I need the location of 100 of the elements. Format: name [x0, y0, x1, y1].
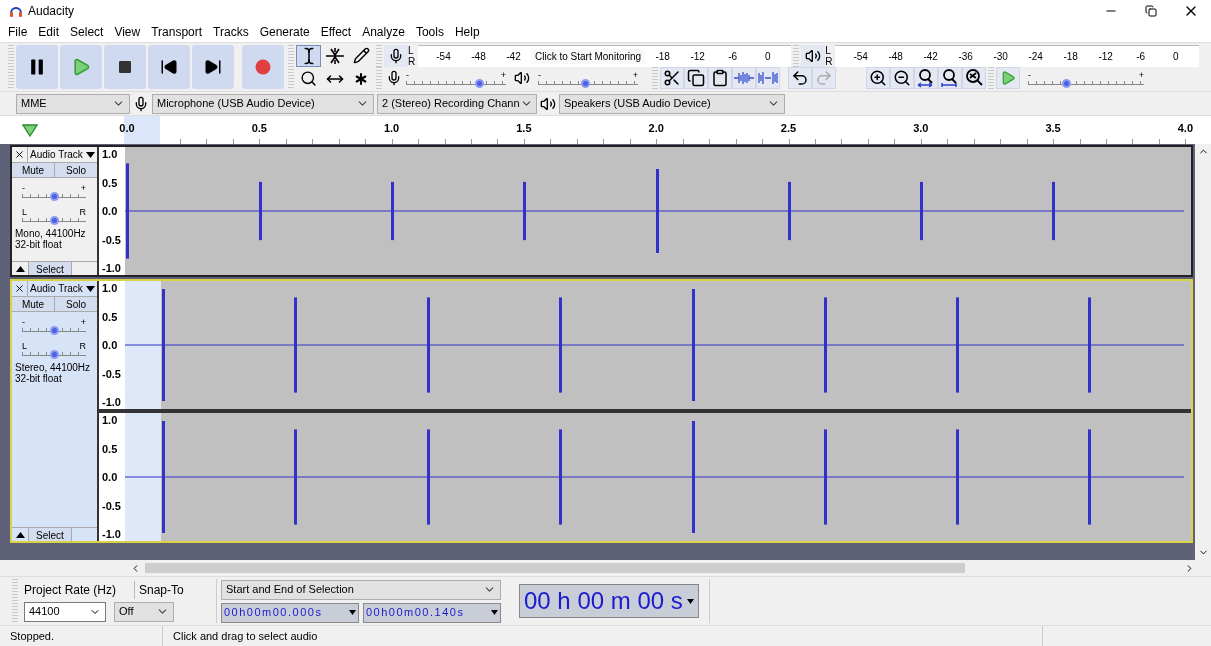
toolbar-grip[interactable]: [652, 67, 658, 89]
play-icon: [1000, 70, 1016, 86]
play-at-speed-button[interactable]: [996, 67, 1020, 89]
menu-item[interactable]: Tracks: [213, 23, 249, 41]
silence-button[interactable]: [756, 67, 780, 89]
menu-item[interactable]: View: [114, 23, 141, 41]
menu-item[interactable]: Transport: [151, 23, 203, 41]
clipboard-icon: [711, 69, 729, 87]
slider-thumb[interactable]: [1061, 79, 1071, 88]
snap-to-label: Snap-To: [134, 580, 208, 599]
slider-thumb[interactable]: [50, 326, 59, 335]
solo-button[interactable]: Solo: [55, 297, 97, 311]
meter-tick: -54: [435, 50, 452, 64]
zoom-out-button[interactable]: [890, 67, 914, 89]
slider-min-label: -: [1028, 71, 1031, 79]
audio-track[interactable]: Audio Track Mute Solo - + L R Stereo, 44100Hz 32-bit float Select 1.0 0.5 0.0 -0.5 -1.0 1.0 0.5 0.0 -0.5 -1.0: [10, 279, 1193, 543]
slider[interactable]: L R: [20, 340, 88, 358]
slider-thumb[interactable]: [580, 79, 590, 88]
zoom-toggle-button[interactable]: [962, 67, 986, 89]
menu-item[interactable]: Analyze: [362, 23, 405, 41]
channel-label: L: [825, 45, 832, 56]
meter-tick: -48: [887, 50, 904, 64]
time-field[interactable]: 00h00m00.000s: [221, 602, 359, 623]
time-display[interactable]: 00 h 00 m 00 s: [519, 584, 699, 618]
toolbar-grip[interactable]: [8, 45, 14, 89]
slider[interactable]: - +: [1026, 69, 1146, 87]
time-field[interactable]: 00h00m00.140s: [363, 602, 501, 623]
slider-thumb[interactable]: [50, 216, 59, 225]
track-menu-button[interactable]: Audio Track: [28, 281, 97, 296]
audio-host-select[interactable]: MME: [16, 93, 130, 114]
ruler-label: 1.5: [516, 121, 532, 136]
menu-item[interactable]: File: [8, 23, 28, 41]
menu-item[interactable]: Generate: [259, 23, 310, 41]
amplitude-label: -1.0: [101, 528, 122, 540]
play-meter-button[interactable]: [801, 45, 826, 67]
toolbar-grip[interactable]: [376, 45, 382, 67]
ruler-label: 3.5: [1045, 121, 1061, 136]
menu-item[interactable]: Edit: [38, 23, 60, 41]
slider[interactable]: - +: [404, 69, 508, 87]
dropdown-arrow-icon: [686, 598, 694, 604]
slider-min-label: -: [538, 71, 541, 79]
level-meter[interactable]: -54 -48 -42 Click to Start Monitoring -18 -12 -6 0: [418, 45, 792, 67]
pause-button[interactable]: [16, 45, 58, 89]
menu-item[interactable]: Help: [454, 23, 480, 41]
undo-button[interactable]: [788, 67, 812, 89]
toolbar-grip[interactable]: [793, 45, 800, 67]
selection-mode-select[interactable]: Start and End of Selection: [221, 579, 501, 600]
cut-button[interactable]: [660, 67, 684, 89]
tool-button[interactable]: [296, 44, 322, 67]
amplitude-label: -0.5: [101, 499, 122, 512]
slider-thumb[interactable]: [50, 350, 59, 359]
snap-to-select[interactable]: Off: [114, 601, 174, 622]
meter-tick: -36: [957, 50, 974, 64]
app-logo-icon: [9, 4, 23, 18]
zoom-fit-project-icon: [940, 68, 960, 88]
slider[interactable]: - +: [20, 316, 88, 334]
record-meter-button[interactable]: [384, 45, 408, 67]
monitoring-prompt[interactable]: Click to Start Monitoring: [531, 49, 646, 64]
ruler-label: 0.0: [119, 121, 135, 136]
slider-thumb[interactable]: [474, 79, 484, 88]
redo-icon: [815, 69, 833, 87]
slider[interactable]: - +: [536, 69, 640, 87]
select-button[interactable]: Select: [28, 528, 72, 541]
fit-selection-button[interactable]: [914, 67, 938, 89]
close-icon: [14, 283, 25, 294]
restore-icon: [1145, 5, 1157, 17]
recording-device-select[interactable]: Microphone (USB Audio Device): [152, 93, 374, 114]
slider[interactable]: L R: [20, 206, 88, 224]
menu-item[interactable]: Effect: [320, 23, 352, 41]
slider-thumb[interactable]: [50, 192, 59, 201]
record-button[interactable]: [242, 45, 284, 89]
toolbar-grip[interactable]: [288, 45, 294, 89]
level-meter[interactable]: -54 -48 -42 -36 -30 -24 -18 -12 -6 0: [835, 45, 1200, 67]
mute-button[interactable]: Mute: [12, 163, 55, 177]
channel-label: R: [408, 56, 417, 67]
toolbar-grip[interactable]: [988, 67, 994, 89]
menu-item[interactable]: Select: [70, 23, 104, 41]
project-rate-select[interactable]: 44100: [24, 601, 106, 622]
track-menu-button[interactable]: Audio Track: [28, 147, 97, 162]
recording-channels-select[interactable]: 2 (Stereo) Recording Chann: [377, 93, 537, 114]
skip-end-button[interactable]: [192, 45, 234, 89]
solo-button[interactable]: Solo: [55, 163, 97, 177]
dropdown-arrow-icon: [86, 151, 95, 158]
status-text: Stopped.: [0, 626, 163, 646]
mute-button[interactable]: Mute: [12, 297, 55, 311]
vertical-scrollbar[interactable]: [1195, 144, 1211, 560]
slider[interactable]: - +: [20, 182, 88, 200]
paste-button[interactable]: [708, 67, 732, 89]
playback-device-select[interactable]: Speakers (USB Audio Device): [559, 93, 785, 114]
stop-button[interactable]: [104, 45, 146, 89]
audio-track[interactable]: Audio Track Mute Solo - + L R Mono, 44100Hz 32-bit float Select 1.0 0.5 0.0 -0.5 -1.0: [10, 145, 1193, 277]
fit-project-button[interactable]: [938, 67, 962, 89]
speaker-icon: [540, 95, 556, 112]
microphone-icon: [388, 48, 404, 64]
skip-start-button[interactable]: [148, 45, 190, 89]
dropdown-arrow-icon: [491, 610, 498, 615]
menu-item[interactable]: Tools: [415, 23, 444, 41]
zoom-in-button[interactable]: [866, 67, 890, 89]
select-button[interactable]: Select: [28, 262, 72, 275]
copy-button[interactable]: [684, 67, 708, 89]
